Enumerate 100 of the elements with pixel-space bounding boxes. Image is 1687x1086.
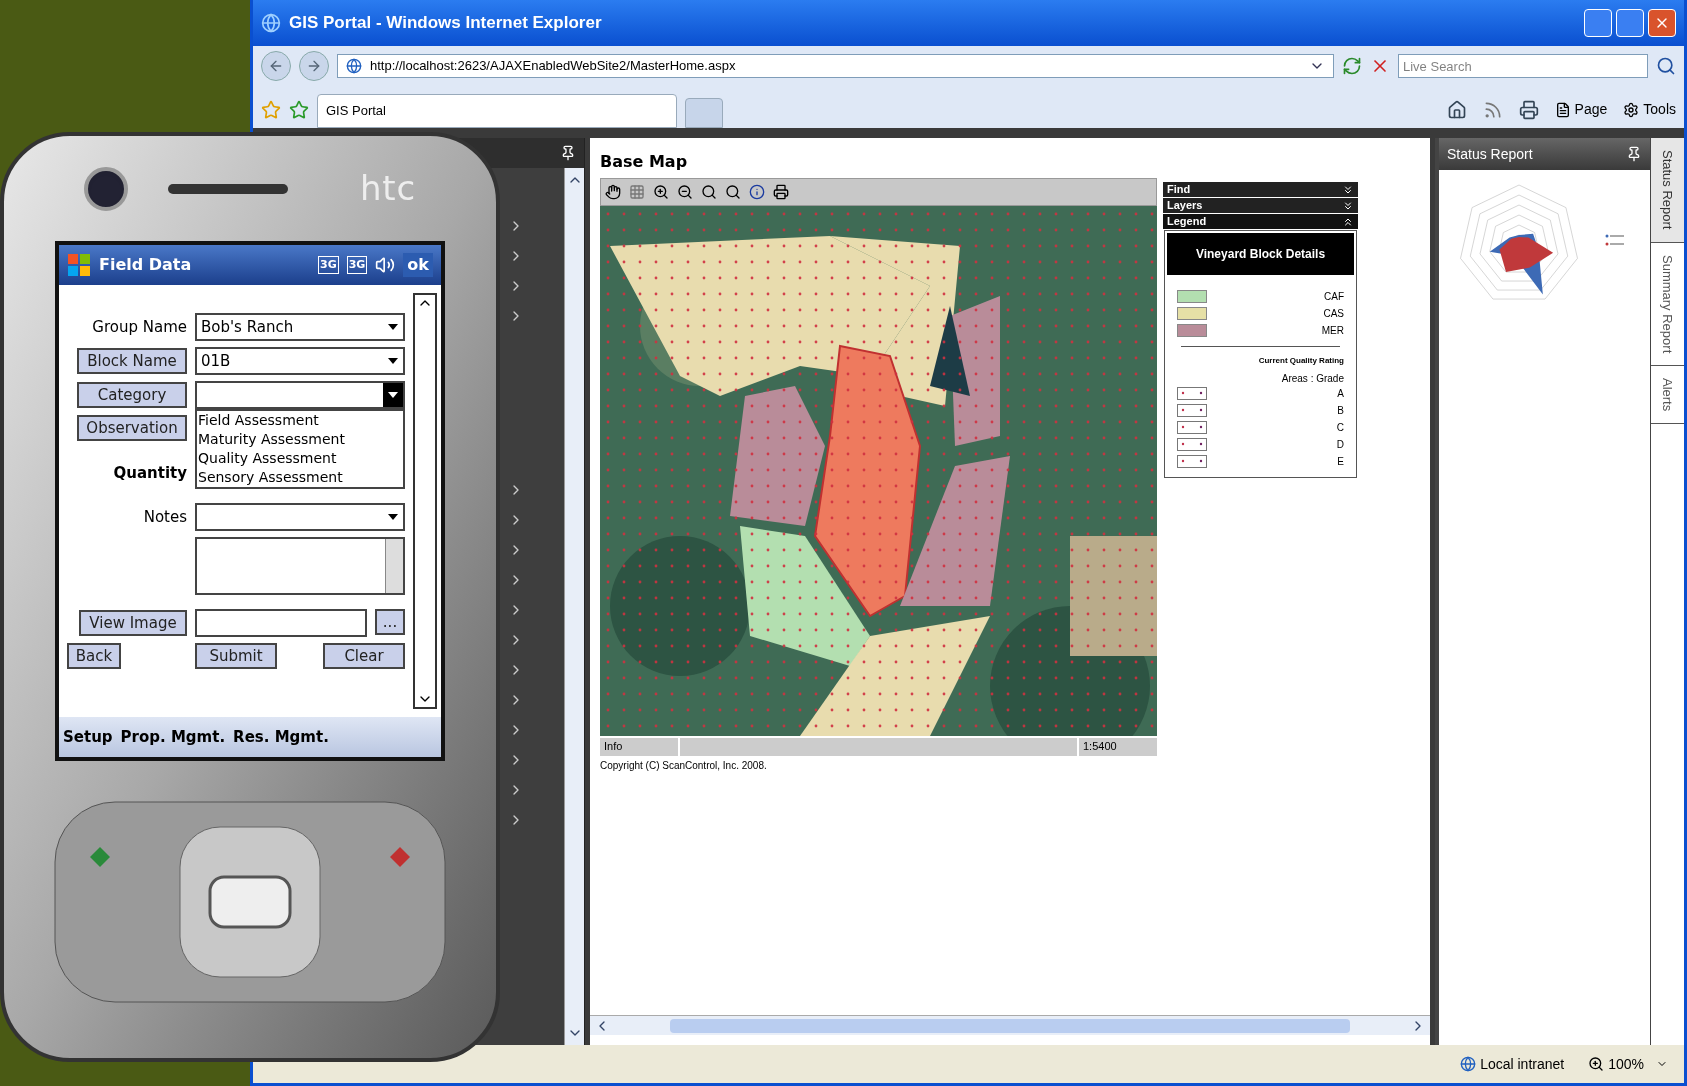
page-menu-button[interactable]: Page [1554,99,1608,120]
minimize-button[interactable] [1584,9,1612,37]
grade-swatch-icon [1177,455,1207,468]
submit-button[interactable]: Submit [195,643,277,669]
identify-icon[interactable] [749,184,765,200]
zone-label: Local intranet [1460,1053,1565,1075]
legend-label: D [1336,438,1344,452]
zoom-in-icon[interactable] [653,184,669,200]
vertical-scroll-bar[interactable] [564,168,584,1045]
add-favorite-icon[interactable] [289,100,309,120]
back-button[interactable] [261,51,291,81]
accordion-header[interactable]: Layers [1163,198,1358,213]
dropdown-field[interactable]: 01B [195,347,405,375]
zoom-previous-icon[interactable] [701,184,717,200]
view-image-button[interactable]: View Image [79,610,187,636]
zoom-out-icon[interactable] [677,184,693,200]
legend-label: CAS [1323,307,1344,321]
expand-chevron-icon [1342,199,1354,212]
window-title: GIS Portal - Windows Internet Explorer [289,12,602,35]
notes-field[interactable] [195,537,405,595]
legend-label: B [1337,404,1344,418]
legend-title: Vineyard Block Details [1167,233,1354,275]
info-cell: Info [600,738,678,756]
forward-arrow-icon [306,58,322,74]
ok-button[interactable]: ok [403,253,433,277]
maximize-button[interactable] [1616,9,1644,37]
grade-swatch-icon [1177,438,1207,451]
grade-swatch-icon [1177,421,1207,434]
page-icon [346,58,362,74]
soft-key-menu[interactable]: Prop. Mgmt. [120,725,226,749]
accordion-header[interactable]: Find [1163,182,1358,197]
browse-button[interactable]: ... [375,609,405,635]
pin-icon[interactable] [1626,146,1642,162]
search-field[interactable]: Live Search [1398,54,1648,78]
print-icon[interactable] [1518,99,1539,120]
close-button[interactable] [1648,9,1676,37]
expand-chevron-icon [1342,183,1354,196]
image-path-field[interactable] [195,609,367,637]
zoom-icon [1588,1056,1605,1072]
zoom-next-icon[interactable] [725,184,741,200]
dropdown-field[interactable] [195,503,405,531]
dropdown-arrow-icon [388,392,398,398]
grade-swatch-icon [1177,404,1207,417]
search-icon[interactable] [1656,56,1676,76]
grade-swatch-icon [1177,387,1207,400]
camera-icon [84,166,128,211]
refresh-icon[interactable] [1342,56,1362,76]
pin-icon[interactable] [560,145,576,161]
zoom-level-button[interactable]: 100% [1588,1053,1668,1075]
legend-label: C [1336,421,1344,435]
form-label: Notes [143,508,187,526]
start-flag-icon [67,253,91,277]
scroll-bar[interactable] [413,293,437,709]
soft-key-menu[interactable]: Setup [63,725,113,749]
dropdown-option[interactable]: Field Assessment [197,411,403,430]
dropdown-field[interactable] [195,381,405,409]
home-icon[interactable] [1446,99,1467,120]
map-title: Base Map [600,151,689,173]
gear-icon [1623,101,1640,118]
panel-title: Status Report [1447,144,1533,164]
legend-label: MER [1321,324,1344,338]
chart-legend-entry [1605,234,1624,238]
tools-menu-button[interactable]: Tools [1623,99,1676,120]
dropdown-arrow-icon [388,324,398,330]
print-icon[interactable] [773,184,789,200]
network-indicator: 3G [318,255,339,275]
clear-button[interactable]: Clear [323,643,405,669]
dropdown-option[interactable]: Quality Assessment [197,449,403,468]
volume-icon[interactable] [375,255,396,275]
form-label-button[interactable]: Block Name [77,348,187,374]
back-button[interactable]: Back [67,643,121,669]
forward-button[interactable] [299,51,329,81]
dropdown-option[interactable]: Maturity Assessment [197,430,403,449]
form-label: Group Name [92,318,187,336]
soft-key-menu[interactable]: Res. Mgmt. [233,725,329,749]
copyright-text: Copyright (C) ScanControl, Inc. 2008. [600,759,768,773]
back-arrow-icon [268,58,284,74]
browser-tab[interactable]: GIS Portal [317,94,677,128]
radar-series-area [1499,237,1554,273]
dropdown-arrow-icon [388,514,398,520]
page-icon [1554,101,1571,118]
legend-label: A [1337,387,1344,401]
form-label-button[interactable]: Category [77,382,187,408]
pan-icon[interactable] [605,184,621,200]
side-tab[interactable]: Status Report [1651,138,1684,243]
browser-logo-icon [261,13,281,33]
legend-subheading: Areas : Grade [1281,372,1344,386]
dropdown-option[interactable]: Sensory Assessment [197,468,403,487]
horizontal-scroll-bar[interactable] [590,1015,1430,1035]
address-field[interactable]: http://localhost:2623/AJAXEnabledWebSite2/MasterHome.aspx [337,54,1334,78]
dropdown-arrow-icon [388,358,398,364]
legend-label: CAF [1324,290,1344,304]
dropdown-field[interactable]: Bob's Ranch [195,313,405,341]
form-label-button[interactable]: Observation [77,415,187,441]
scale-cell: 1:5400 [1079,738,1157,756]
legend-heading: Current Quality Rating [1258,355,1344,367]
accordion-header[interactable]: Legend [1163,214,1358,229]
favorites-star-icon[interactable] [261,100,281,120]
app-title: Field Data [99,254,192,276]
brand-logo: htc [359,167,416,210]
